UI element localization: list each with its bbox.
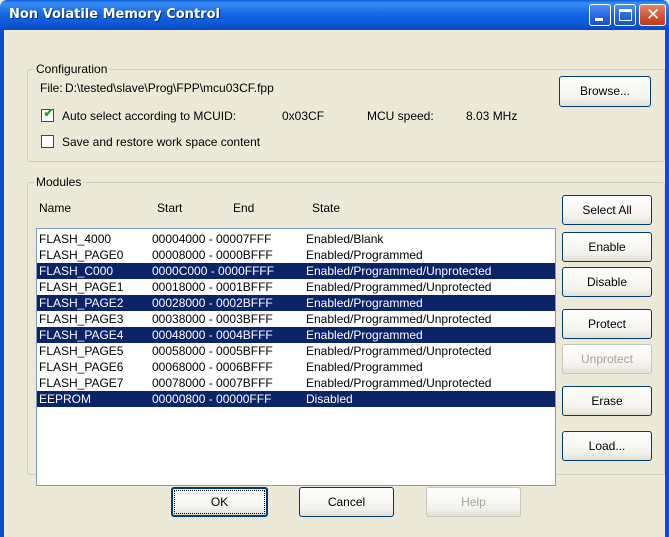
module-row[interactable]: FLASH_PAGE2 00028000 - 0002BFFF Enabled/… (37, 295, 555, 311)
module-range: 00058000 - 0005BFFF (152, 344, 273, 358)
module-range: 00068000 - 0006BFFF (152, 360, 273, 374)
minimize-button[interactable] (589, 4, 611, 26)
maximize-icon (619, 9, 632, 21)
module-name: FLASH_PAGE4 (39, 328, 124, 342)
module-state: Enabled/Blank (306, 232, 384, 246)
checkmark-icon: ✔ (43, 106, 54, 120)
module-state: Enabled/Programmed (306, 248, 423, 262)
module-name: FLASH_PAGE1 (39, 280, 124, 294)
minimize-icon (595, 18, 603, 21)
module-state: Disabled (306, 392, 353, 406)
module-name: EEPROM (39, 392, 92, 406)
module-range: 00008000 - 0000BFFF (152, 248, 273, 262)
module-name: FLASH_PAGE7 (39, 376, 124, 390)
module-range: 00004000 - 00007FFF (152, 232, 272, 246)
load-button[interactable]: Load... (562, 431, 652, 461)
module-range: 00038000 - 0003BFFF (152, 312, 273, 326)
module-name: FLASH_PAGE6 (39, 360, 124, 374)
file-path: D:\tested\slave\Prog\FPP\mcu03CF.fpp (65, 81, 274, 95)
module-state: Enabled/Programmed (306, 360, 423, 374)
module-range: 00028000 - 0002BFFF (152, 296, 273, 310)
module-name: FLASH_C000 (39, 264, 114, 278)
column-header-name: Name (39, 201, 72, 215)
maximize-button[interactable] (614, 4, 636, 26)
cancel-button[interactable]: Cancel (299, 487, 394, 517)
save-restore-label: Save and restore work space content (62, 135, 261, 149)
save-restore-checkbox[interactable] (41, 135, 54, 148)
mcu-speed-value: 8.03 MHz (466, 109, 518, 123)
enable-button[interactable]: Enable (562, 232, 652, 262)
window-title: Non Volatile Memory Control (9, 7, 220, 22)
module-name: FLASH_PAGE0 (39, 248, 124, 262)
auto-select-label: Auto select according to MCUID: (62, 109, 237, 123)
nvm-control-dialog: Non Volatile Memory Control ✕ Configurat… (0, 0, 669, 537)
protect-button[interactable]: Protect (562, 309, 652, 339)
module-row[interactable]: FLASH_4000 00004000 - 00007FFF Enabled/B… (37, 231, 555, 247)
ok-button[interactable]: OK (171, 487, 268, 517)
module-row[interactable]: EEPROM 00000800 - 00000FFF Disabled (37, 391, 555, 407)
module-name: FLASH_PAGE3 (39, 312, 124, 326)
module-state: Enabled/Programmed/Unprotected (306, 280, 492, 294)
disable-button[interactable]: Disable (562, 267, 652, 297)
column-header-state: State (312, 201, 341, 215)
module-range: 00000800 - 00000FFF (152, 392, 272, 406)
module-row[interactable]: FLASH_PAGE3 00038000 - 0003BFFF Enabled/… (37, 311, 555, 327)
module-range: 00018000 - 0001BFFF (152, 280, 273, 294)
module-state: Enabled/Programmed (306, 328, 423, 342)
column-header-end: End (233, 201, 255, 215)
auto-select-checkbox[interactable]: ✔ (41, 106, 54, 122)
module-range: 0000C000 - 0000FFFF (152, 264, 275, 278)
module-row[interactable]: FLASH_PAGE6 00068000 - 0006BFFF Enabled/… (37, 359, 555, 375)
module-row[interactable]: FLASH_PAGE1 00018000 - 0001BFFF Enabled/… (37, 279, 555, 295)
column-header-start: Start (157, 201, 183, 215)
module-state: Enabled/Programmed/Unprotected (306, 376, 492, 390)
window-border-right (665, 30, 669, 537)
mcuid-value: 0x03CF (282, 109, 325, 123)
module-row[interactable]: FLASH_PAGE5 00058000 - 0005BFFF Enabled/… (37, 343, 555, 359)
mcu-speed-label: MCU speed: (367, 109, 434, 123)
module-row[interactable]: FLASH_PAGE7 00078000 - 0007BFFF Enabled/… (37, 375, 555, 391)
module-name: FLASH_PAGE5 (39, 344, 124, 358)
module-row[interactable]: FLASH_PAGE0 00008000 - 0000BFFF Enabled/… (37, 247, 555, 263)
title-bar[interactable]: Non Volatile Memory Control ✕ (0, 0, 669, 30)
file-label: File: (40, 81, 63, 95)
close-icon: ✕ (646, 5, 661, 25)
module-name: FLASH_4000 (39, 232, 112, 246)
module-state: Enabled/Programmed/Unprotected (306, 264, 492, 278)
modules-legend: Modules (36, 175, 82, 189)
modules-listbox[interactable]: FLASH_4000 00004000 - 00007FFF Enabled/B… (36, 228, 556, 486)
module-row[interactable]: FLASH_PAGE4 00048000 - 0004BFFF Enabled/… (37, 327, 555, 343)
module-state: Enabled/Programmed (306, 296, 423, 310)
module-state: Enabled/Programmed/Unprotected (306, 312, 492, 326)
module-name: FLASH_PAGE2 (39, 296, 124, 310)
browse-button[interactable]: Browse... (559, 76, 651, 107)
configuration-legend: Configuration (36, 62, 108, 76)
erase-button[interactable]: Erase (562, 386, 652, 416)
module-row[interactable]: FLASH_C000 0000C000 - 0000FFFF Enabled/P… (37, 263, 555, 279)
module-range: 00048000 - 0004BFFF (152, 328, 273, 342)
module-state: Enabled/Programmed/Unprotected (306, 344, 492, 358)
window-border-left (0, 30, 4, 537)
module-range: 00078000 - 0007BFFF (152, 376, 273, 390)
select-all-button[interactable]: Select All (562, 195, 652, 225)
close-button[interactable]: ✕ (639, 4, 666, 26)
unprotect-button[interactable]: Unprotect (562, 344, 652, 374)
help-button[interactable]: Help (426, 487, 521, 517)
